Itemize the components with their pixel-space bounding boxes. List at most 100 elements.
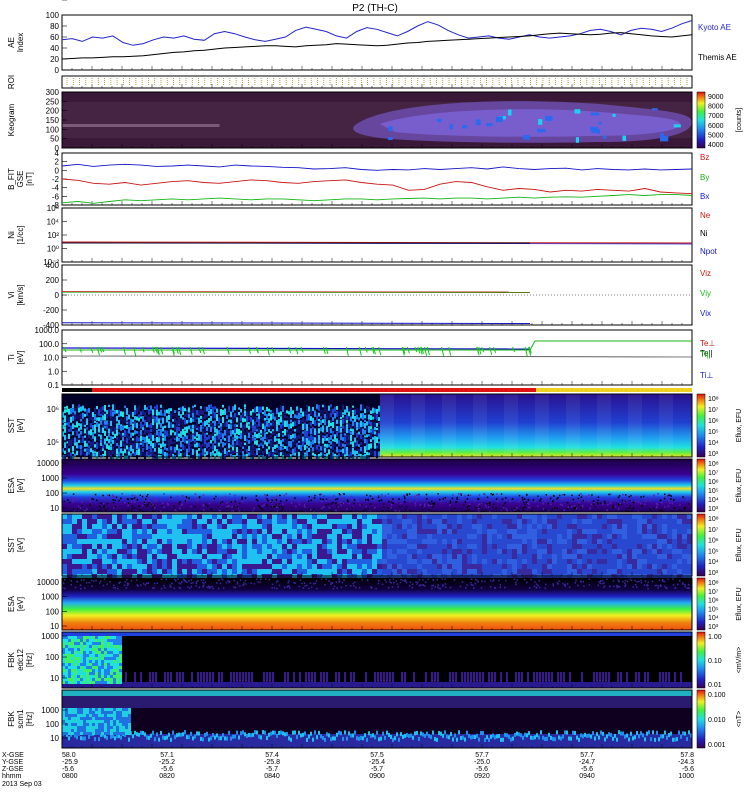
esa1-noise [147,496,150,499]
sst-cell [296,411,298,416]
sst2-cell [292,534,297,539]
esa1-noise [629,505,632,507]
sst2-cell [372,554,377,559]
sst2-cell [577,554,582,559]
sst-cell [102,427,104,434]
esa1-noise [630,500,632,502]
sst-cell [196,410,198,416]
sst-cell [194,440,196,443]
sst2-cell [327,524,332,529]
esa2-noise [350,585,352,587]
sst-cell [222,416,224,424]
esa2-noise [225,581,228,584]
sst2-cell [372,559,377,564]
sst-cell [164,409,166,417]
esa2-noise [598,581,600,583]
esa1-noise [127,498,130,501]
esa1-noise [659,499,662,502]
esa2-noise [449,586,452,589]
sst-cell [158,447,160,454]
sst-cell [110,420,112,427]
sst-cell [336,438,338,444]
esa1-noise [127,509,130,512]
sst-cell [234,450,236,454]
esa1-noise [466,498,469,500]
esa2-noise [244,580,247,582]
sst-cell [294,438,296,445]
sst-cell [138,448,140,456]
esa1-noise [655,506,658,508]
sst-cell [372,449,374,456]
sst2-cell [682,549,687,554]
sst2-cell [532,519,537,524]
sst2-cell [687,564,692,569]
sst2-cell [187,564,192,569]
sst-cell [360,441,362,446]
sst2-cell [362,529,367,534]
sst2-cell [672,549,677,554]
esa2-noise [566,583,569,585]
esa1-noise [76,508,79,510]
esa2-noise [470,581,472,584]
sst-cell [96,405,98,410]
sst2-cell [657,534,662,539]
sst2-cell [302,549,307,554]
sst2-cell [422,524,427,529]
esa1-noise [634,501,637,503]
sst2-cell [192,564,197,569]
sst2-cell [322,544,327,549]
sst-cell [220,418,222,422]
esa1-noise [272,505,275,508]
sst2-cell [202,524,207,529]
sst2-cell [207,544,212,549]
sst-cell [130,418,132,426]
sst-cell [272,420,274,427]
sst2-cell [502,534,507,539]
sst2-cell [522,569,527,574]
sst-cell [374,436,376,444]
sst-cell [146,414,148,422]
esa2-noise [504,586,506,589]
sst2-cell [642,569,647,574]
sst-cell [88,414,90,422]
sst2-cell [307,544,312,549]
sst2-cell [427,514,432,519]
esa1-noise [294,497,296,499]
sst2-cell [207,519,212,524]
sst-cell [280,437,282,440]
sst2-cell [602,559,607,564]
sst-cell [372,441,374,448]
sst-cell [266,442,268,447]
ae-panel [61,14,693,71]
sst2-cell [457,529,462,534]
sst2-cell [387,534,392,539]
sst2-cell [632,564,637,569]
sst2-cell [407,569,412,574]
sst2-cell [617,554,622,559]
sst2-cell [372,529,377,534]
esa2-noise [169,584,171,586]
esa1-noise [298,503,301,505]
sst-cell [308,440,310,446]
sst2-cell [257,544,262,549]
sst-cell [134,405,136,411]
sst2-cell [247,539,252,544]
sst2-cell [292,544,297,549]
sst2-cell [102,569,107,574]
sst2-cell [662,544,667,549]
sst2-cell [102,534,107,539]
sst-cell [270,441,272,449]
sst2-cell [642,544,647,549]
esa1-noise [618,494,621,497]
sst-cell [290,449,292,453]
sst2-cell [172,519,177,524]
sst2-cell [157,524,162,529]
sst2-cell [457,539,462,544]
sst-cell [368,406,370,412]
sst-cell [288,430,290,434]
esa1-noise [618,503,620,506]
esa1-noise [166,502,169,505]
sst2-cell [297,539,302,544]
sst2-cell [637,529,642,534]
sst2-cell [462,544,467,549]
